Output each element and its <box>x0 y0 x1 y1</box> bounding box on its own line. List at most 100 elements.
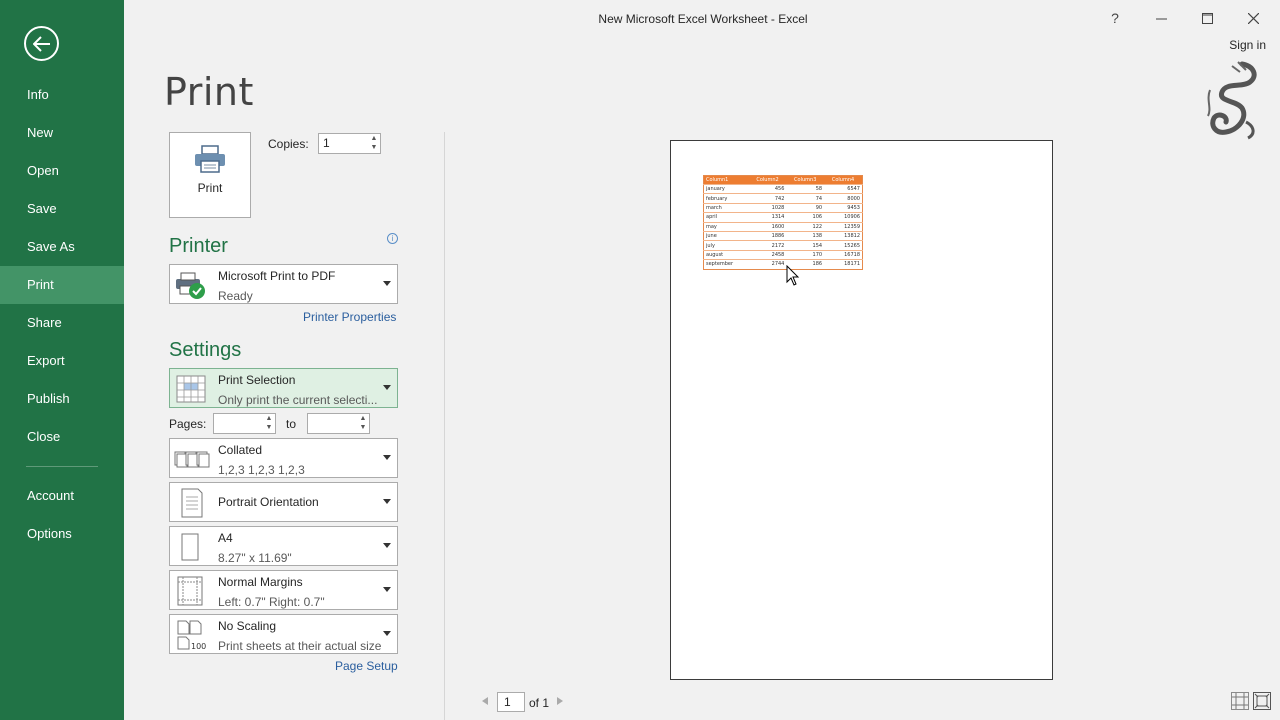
paper-size-dropdown[interactable]: A4 8.27" x 11.69" <box>169 526 398 566</box>
backstage-sidebar: Info New Open Save Save As Print Share E… <box>0 0 124 720</box>
printer-status: Ready <box>218 289 253 303</box>
spin-down-icon[interactable]: ▼ <box>359 424 367 432</box>
margins-title: Normal Margins <box>218 575 303 589</box>
nav-share[interactable]: Share <box>0 304 124 342</box>
margins-icon <box>177 576 203 606</box>
nav-save[interactable]: Save <box>0 190 124 228</box>
nav-info[interactable]: Info <box>0 76 124 114</box>
preview-table-row: march 1028 90 9453 <box>703 202 863 213</box>
nav-options[interactable]: Options <box>0 515 124 553</box>
preview-table-row: may 1600 122 12359 <box>703 221 863 232</box>
spin-down-icon[interactable]: ▼ <box>265 424 273 432</box>
page-setup-link[interactable]: Page Setup <box>335 659 398 673</box>
backstage-nav: Info New Open Save Save As Print Share E… <box>0 76 124 553</box>
selection-grid-icon <box>176 375 206 403</box>
printer-heading: Printer <box>169 235 228 257</box>
preview-table-cell: 12359 <box>824 221 863 232</box>
printer-name: Microsoft Print to PDF <box>218 269 336 283</box>
preview-table-cell: 9453 <box>824 202 863 213</box>
maximize-button[interactable] <box>1184 6 1230 30</box>
nav-account[interactable]: Account <box>0 477 124 515</box>
printer-properties-link[interactable]: Printer Properties <box>303 310 396 324</box>
next-page-icon[interactable] <box>557 697 563 705</box>
print-what-dropdown[interactable]: Print Selection Only print the current s… <box>169 368 398 408</box>
nav-publish[interactable]: Publish <box>0 380 124 418</box>
spin-up-icon[interactable]: ▲ <box>265 415 273 423</box>
spin-up-icon[interactable]: ▲ <box>370 135 378 143</box>
collation-dropdown[interactable]: Collated 1,2,3 1,2,3 1,2,3 <box>169 438 398 478</box>
pages-from-input[interactable]: ▲ ▼ <box>213 413 276 434</box>
printer-dropdown[interactable]: Microsoft Print to PDF Ready <box>169 264 398 304</box>
preview-header-row: Column1 Column2 Column3 Column4 <box>703 175 863 185</box>
chevron-down-icon <box>383 587 391 592</box>
pages-to-input[interactable]: ▲ ▼ <box>307 413 370 434</box>
preview-table-row: september 2744 186 18171 <box>703 259 863 270</box>
preview-table-cell: 8000 <box>824 193 863 204</box>
nav-new[interactable]: New <box>0 114 124 152</box>
preview-table-cell: 10906 <box>824 212 863 223</box>
pages-to-label: to <box>286 417 297 431</box>
previous-page-icon[interactable] <box>482 697 488 705</box>
nav-save-as[interactable]: Save As <box>0 228 124 266</box>
spin-up-icon[interactable]: ▲ <box>359 415 367 423</box>
preview-table-cell: april <box>703 212 749 223</box>
preview-table-cell: january <box>703 183 749 194</box>
close-window-button[interactable] <box>1230 6 1276 30</box>
minimize-button[interactable] <box>1138 6 1184 30</box>
preview-table-cell: 18171 <box>824 259 863 270</box>
preview-table-row: august 2458 170 16718 <box>703 249 863 260</box>
paper-size-title: A4 <box>218 531 233 545</box>
preview-table-cell: 154 <box>786 240 825 251</box>
chevron-down-icon <box>383 455 391 460</box>
print-what-desc: Only print the current selecti... <box>218 393 378 407</box>
preview-table-cell: june <box>703 230 749 241</box>
back-arrow-icon[interactable] <box>24 26 59 61</box>
preview-table-cell: 6547 <box>824 183 863 194</box>
preview-header-cell: Column2 <box>748 175 787 185</box>
preview-table-cell: may <box>703 221 749 232</box>
preview-table-cell: 138 <box>786 230 825 241</box>
page-title: Print <box>164 70 254 114</box>
show-margins-icon[interactable] <box>1231 692 1249 710</box>
print-button[interactable]: Print <box>169 132 251 218</box>
settings-heading: Settings <box>169 339 242 361</box>
spin-down-icon[interactable]: ▼ <box>370 144 378 152</box>
preview-table-cell: march <box>703 202 749 213</box>
panel-divider <box>444 132 445 720</box>
help-button[interactable]: ? <box>1092 6 1138 30</box>
nav-print[interactable]: Print <box>0 266 124 304</box>
scaling-dropdown[interactable]: 100 No Scaling Print sheets at their act… <box>169 614 398 654</box>
info-icon[interactable]: i <box>387 233 398 244</box>
preview-table-row: january 456 58 6547 <box>703 183 863 194</box>
preview-table-cell: 74 <box>786 193 825 204</box>
preview-table-cell: 1028 <box>748 202 787 213</box>
print-what-title: Print Selection <box>218 373 296 387</box>
preview-table-row: june 1886 138 13812 <box>703 230 863 241</box>
copies-label: Copies: <box>268 137 309 151</box>
nav-open[interactable]: Open <box>0 152 124 190</box>
preview-table-cell: 58 <box>786 183 825 194</box>
copies-stepper[interactable]: 1 ▲ ▼ <box>318 133 381 154</box>
nav-export[interactable]: Export <box>0 342 124 380</box>
orientation-dropdown[interactable]: Portrait Orientation <box>169 482 398 522</box>
nav-close[interactable]: Close <box>0 418 124 456</box>
preview-table-row: february 742 74 8000 <box>703 193 863 204</box>
collation-title: Collated <box>218 443 263 457</box>
preview-table-cell: 106 <box>786 212 825 223</box>
sign-in-link[interactable]: Sign in <box>1229 38 1266 52</box>
paper-size-desc: 8.27" x 11.69" <box>218 551 292 565</box>
printer-ready-icon <box>176 272 205 299</box>
page-number-input[interactable]: 1 <box>497 692 525 712</box>
preview-table-cell: 2458 <box>748 249 787 260</box>
pages-label: Pages: <box>169 417 207 431</box>
zoom-to-page-icon[interactable] <box>1253 692 1271 710</box>
chevron-down-icon <box>383 631 391 636</box>
preview-table-cell: july <box>703 240 749 251</box>
portrait-page-icon <box>181 488 203 518</box>
preview-header-cell: Column1 <box>703 175 749 185</box>
preview-table-cell: 1314 <box>748 212 787 223</box>
print-button-label: Print <box>197 181 223 195</box>
margins-dropdown[interactable]: Normal Margins Left: 0.7" Right: 0.7" <box>169 570 398 610</box>
preview-table-row: july 2172 154 15265 <box>703 240 863 251</box>
preview-table-row: april 1314 106 10906 <box>703 212 863 223</box>
